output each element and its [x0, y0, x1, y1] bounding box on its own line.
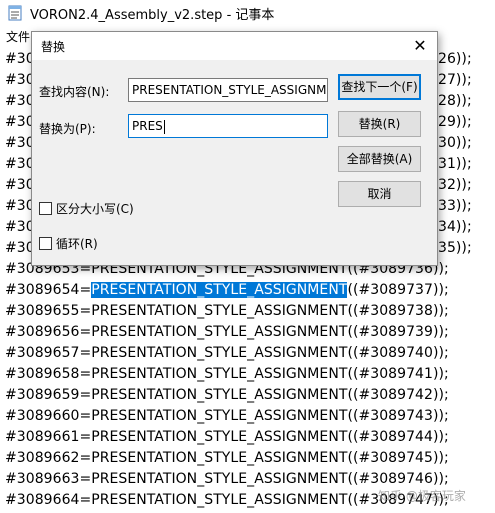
checkbox-box — [39, 237, 52, 250]
text-caret — [163, 119, 165, 134]
replace-input[interactable]: PRES — [128, 114, 328, 138]
selected-text: PRESENTATION_STYLE_ASSIGNMENT — [91, 282, 348, 298]
match-case-checkbox[interactable]: 区分大小写(C) — [39, 200, 134, 217]
replace-button[interactable]: 替换(R) — [338, 111, 421, 137]
editor-line: #3089656=PRESENTATION_STYLE_ASSIGNMENT((… — [5, 322, 449, 343]
menu-file[interactable]: 文件 — [6, 28, 30, 45]
window-titlebar: VORON2.4_Assembly_v2.step - 记事本 — [0, 0, 495, 26]
close-icon[interactable]: ✕ — [403, 32, 437, 60]
watermark: 知乎 @极客玩家 — [378, 489, 466, 503]
replace-dialog: 替换 ✕ 查找内容(N): PRESENTATION_STYLE_ASSIGNM… — [31, 31, 438, 266]
wrap-around-checkbox[interactable]: 循环(R) — [39, 235, 98, 252]
find-label: 查找内容(N): — [39, 85, 110, 99]
find-input-value: PRESENTATION_STYLE_ASSIGNM — [132, 83, 327, 97]
line-text: #3089656=PRESENTATION_STYLE_ASSIGNMENT((… — [5, 324, 449, 340]
find-input[interactable]: PRESENTATION_STYLE_ASSIGNM — [128, 78, 328, 102]
line-text: #3089659=PRESENTATION_STYLE_ASSIGNMENT((… — [5, 387, 449, 403]
cancel-button[interactable]: 取消 — [338, 181, 421, 207]
notepad-icon — [8, 5, 22, 21]
editor-line: #3089662=PRESENTATION_STYLE_ASSIGNMENT((… — [5, 448, 449, 469]
editor-line-tail: 28)); — [438, 93, 472, 109]
window-title: VORON2.4_Assembly_v2.step - 记事本 — [30, 8, 275, 23]
checkbox-box — [39, 202, 52, 215]
editor-line: #3089661=PRESENTATION_STYLE_ASSIGNMENT((… — [5, 427, 449, 448]
line-suffix: ((#3089737)); — [347, 282, 449, 298]
editor-line-tail: 35)); — [438, 240, 472, 256]
editor-line-tail: 31)); — [438, 156, 472, 172]
replace-input-value: PRES — [132, 119, 163, 133]
replace-all-button[interactable]: 全部替换(A) — [338, 146, 421, 172]
line-text: #3089661=PRESENTATION_STYLE_ASSIGNMENT((… — [5, 429, 449, 445]
editor-line-tail: 30)); — [438, 135, 472, 151]
editor-line-tail: 26)); — [438, 51, 472, 67]
editor-line-tail: 29)); — [438, 114, 472, 130]
dialog-titlebar: 替换 ✕ — [32, 32, 437, 60]
editor-line: #3089655=PRESENTATION_STYLE_ASSIGNMENT((… — [5, 301, 449, 322]
editor-line: #3089660=PRESENTATION_STYLE_ASSIGNMENT((… — [5, 406, 449, 427]
editor-line-tail: 34)); — [438, 219, 472, 235]
line-text: #3089663=PRESENTATION_STYLE_ASSIGNMENT((… — [5, 471, 449, 487]
editor-line-tail: 33)); — [438, 198, 472, 214]
match-case-label: 区分大小写(C) — [56, 202, 134, 216]
replace-label: 替换为(P): — [39, 122, 96, 136]
editor-line: #3089654=PRESENTATION_STYLE_ASSIGNMENT((… — [5, 280, 449, 301]
editor-line: #3089659=PRESENTATION_STYLE_ASSIGNMENT((… — [5, 385, 449, 406]
line-text: #3089660=PRESENTATION_STYLE_ASSIGNMENT((… — [5, 408, 449, 424]
find-next-button[interactable]: 查找下一个(F) — [338, 74, 421, 100]
line-text: #3089657=PRESENTATION_STYLE_ASSIGNMENT((… — [5, 345, 449, 361]
editor-line: #3089657=PRESENTATION_STYLE_ASSIGNMENT((… — [5, 343, 449, 364]
line-prefix: #3089654= — [5, 282, 92, 298]
editor-line-tail: 27)); — [438, 72, 472, 88]
dialog-title: 替换 — [41, 40, 66, 54]
editor-line-tail: 32)); — [438, 177, 472, 193]
wrap-label: 循环(R) — [56, 237, 98, 251]
line-text: #3089658=PRESENTATION_STYLE_ASSIGNMENT((… — [5, 366, 449, 382]
line-text: #3089655=PRESENTATION_STYLE_ASSIGNMENT((… — [5, 303, 449, 319]
editor-line: #3089658=PRESENTATION_STYLE_ASSIGNMENT((… — [5, 364, 449, 385]
line-text: #3089662=PRESENTATION_STYLE_ASSIGNMENT((… — [5, 450, 449, 466]
